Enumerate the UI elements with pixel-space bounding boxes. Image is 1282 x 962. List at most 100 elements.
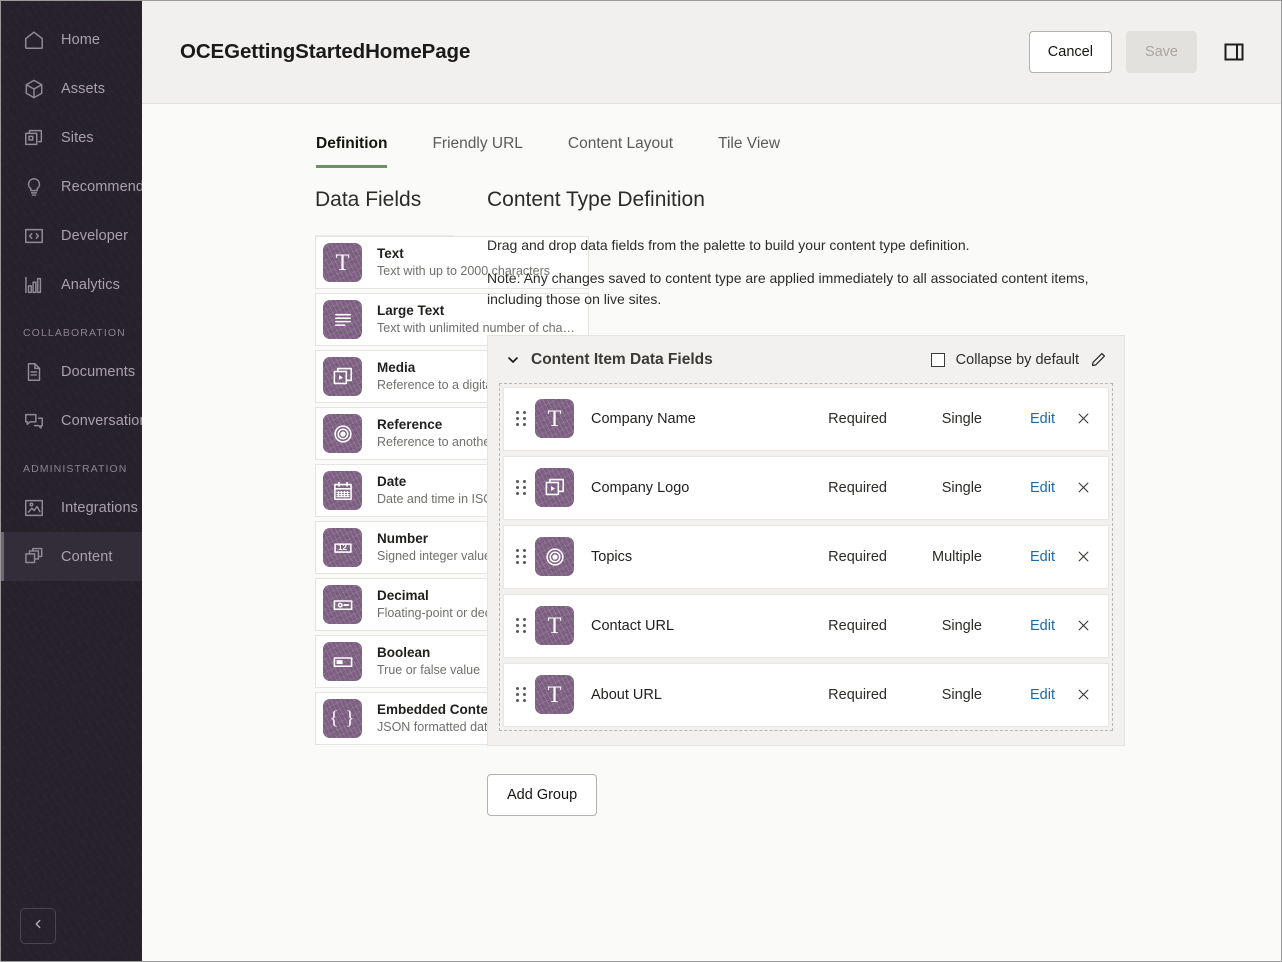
embedded-content-icon: { } xyxy=(323,699,362,738)
sidebar-item-analytics[interactable]: Analytics xyxy=(1,260,142,309)
sidebar-item-home[interactable]: Home xyxy=(1,15,142,64)
sites-icon xyxy=(23,127,45,149)
media-icon xyxy=(323,357,362,396)
data-field-cardinality: Single xyxy=(887,687,982,703)
fields-drop-zone[interactable]: TCompany NameRequiredSingleEditCompany L… xyxy=(499,383,1113,731)
close-icon[interactable] xyxy=(1055,480,1091,495)
data-fields-palette: TTextText with up to 2000 charactersLarg… xyxy=(315,235,454,745)
sidebar-section-title: ADMINISTRATION xyxy=(1,445,142,483)
drag-handle-icon[interactable] xyxy=(515,548,526,566)
data-field-edit-link[interactable]: Edit xyxy=(982,480,1055,496)
text-icon: T xyxy=(535,606,574,645)
close-icon[interactable] xyxy=(1055,687,1091,702)
data-field-row[interactable]: TAbout URLRequiredSingleEdit xyxy=(503,663,1109,727)
sidebar-item-assets[interactable]: Assets xyxy=(1,64,142,113)
data-fields-palette-column: Data Fields TTextText with up to 2000 ch… xyxy=(142,168,454,961)
tab-friendly-url[interactable]: Friendly URL xyxy=(432,135,522,168)
data-field-cardinality: Single xyxy=(887,411,982,427)
media-icon xyxy=(535,468,574,507)
close-icon[interactable] xyxy=(1055,549,1091,564)
cube-icon xyxy=(23,78,45,100)
main-region: OCEGettingStartedHomePage Cancel Save De… xyxy=(142,1,1281,961)
group-header: Content Item Data Fields Collapse by def… xyxy=(499,347,1113,383)
definition-note-text: Note: Any changes saved to content type … xyxy=(487,268,1112,309)
integrations-icon xyxy=(23,497,45,519)
sidebar-item-label: Content xyxy=(61,549,113,565)
sidebar-section-title: COLLABORATION xyxy=(1,309,142,347)
cancel-button[interactable]: Cancel xyxy=(1029,31,1112,73)
collapse-by-default-checkbox[interactable] xyxy=(931,353,945,367)
panel-toggle-icon[interactable] xyxy=(1219,37,1249,67)
data-field-edit-link[interactable]: Edit xyxy=(982,549,1055,565)
app-window: Home Assets Sites Recommendations Developer A… xyxy=(0,0,1282,962)
sidebar-item-label: Integrations xyxy=(61,500,138,516)
sidebar-item-label: Recommendations xyxy=(61,179,142,195)
pencil-icon[interactable] xyxy=(1090,351,1107,368)
conversation-icon xyxy=(23,410,45,432)
collapse-sidebar-button[interactable] xyxy=(20,908,56,944)
data-field-required-badge: Required xyxy=(769,549,887,565)
reference-icon xyxy=(323,414,362,453)
add-group-button[interactable]: Add Group xyxy=(487,774,597,816)
sidebar-item-content[interactable]: Content xyxy=(1,532,142,581)
tab-content-layout[interactable]: Content Layout xyxy=(568,135,673,168)
palette-heading: Data Fields xyxy=(315,188,454,212)
drag-handle-icon[interactable] xyxy=(515,479,526,497)
text-icon: T xyxy=(535,399,574,438)
chevron-down-icon[interactable] xyxy=(505,352,521,368)
header-actions: Cancel Save xyxy=(1029,31,1249,73)
sidebar-item-label: Documents xyxy=(61,364,135,380)
data-field-required-badge: Required xyxy=(769,618,887,634)
data-field-row[interactable]: TContact URLRequiredSingleEdit xyxy=(503,594,1109,658)
drag-handle-icon[interactable] xyxy=(515,617,526,635)
group-title: Content Item Data Fields xyxy=(531,351,713,369)
sidebar-item-recommendations[interactable]: Recommendations xyxy=(1,162,142,211)
tab-tile-view[interactable]: Tile View xyxy=(718,135,780,168)
page-title: OCEGettingStartedHomePage xyxy=(180,40,470,64)
decimal-icon xyxy=(323,585,362,624)
data-field-name: About URL xyxy=(591,687,662,703)
content-icon xyxy=(23,546,45,568)
drag-handle-icon[interactable] xyxy=(515,686,526,704)
sidebar-item-label: Analytics xyxy=(61,277,120,293)
boolean-icon xyxy=(323,642,362,681)
chart-icon xyxy=(23,274,45,296)
data-field-required-badge: Required xyxy=(769,687,887,703)
data-field-required-badge: Required xyxy=(769,411,887,427)
data-field-edit-link[interactable]: Edit xyxy=(982,411,1055,427)
sidebar-item-label: Assets xyxy=(61,81,105,97)
data-field-name: Company Logo xyxy=(591,480,689,496)
sidebar-item-developer[interactable]: Developer xyxy=(1,211,142,260)
close-icon[interactable] xyxy=(1055,618,1091,633)
content-type-definition-column: Content Type Definition Drag and drop da… xyxy=(454,168,1281,961)
save-button[interactable]: Save xyxy=(1126,31,1197,73)
data-field-cardinality: Multiple xyxy=(887,549,982,565)
data-field-row[interactable]: Company LogoRequiredSingleEdit xyxy=(503,456,1109,520)
data-field-edit-link[interactable]: Edit xyxy=(982,687,1055,703)
sidebar-item-conversations[interactable]: Conversations xyxy=(1,396,142,445)
tab-definition[interactable]: Definition xyxy=(316,135,387,168)
date-icon xyxy=(323,471,362,510)
large-text-icon xyxy=(323,300,362,339)
home-icon xyxy=(23,29,45,51)
definition-intro-text: Drag and drop data fields from the palet… xyxy=(487,235,1112,255)
sidebar-item-integrations[interactable]: Integrations xyxy=(1,483,142,532)
drag-handle-icon[interactable] xyxy=(515,410,526,428)
code-icon xyxy=(23,225,45,247)
close-icon[interactable] xyxy=(1055,411,1091,426)
data-field-row[interactable]: TopicsRequiredMultipleEdit xyxy=(503,525,1109,589)
data-field-edit-link[interactable]: Edit xyxy=(982,618,1055,634)
sidebar-sections: COLLABORATION Documents ConversationsADMIN… xyxy=(1,309,142,581)
reference-icon xyxy=(535,537,574,576)
page-header: OCEGettingStartedHomePage Cancel Save xyxy=(142,1,1281,104)
data-field-name: Contact URL xyxy=(591,618,674,634)
sidebar-item-sites[interactable]: Sites xyxy=(1,113,142,162)
data-field-name: Company Name xyxy=(591,411,696,427)
data-field-row[interactable]: T Company Name RequiredSingleEdit xyxy=(503,387,1109,451)
sidebar-item-label: Sites xyxy=(61,130,94,146)
definition-heading: Content Type Definition xyxy=(487,188,1251,212)
sidebar-item-documents[interactable]: Documents xyxy=(1,347,142,396)
data-field-required-badge: Required xyxy=(769,480,887,496)
chevron-left-icon xyxy=(31,917,45,936)
collapse-by-default-label[interactable]: Collapse by default xyxy=(956,352,1079,368)
